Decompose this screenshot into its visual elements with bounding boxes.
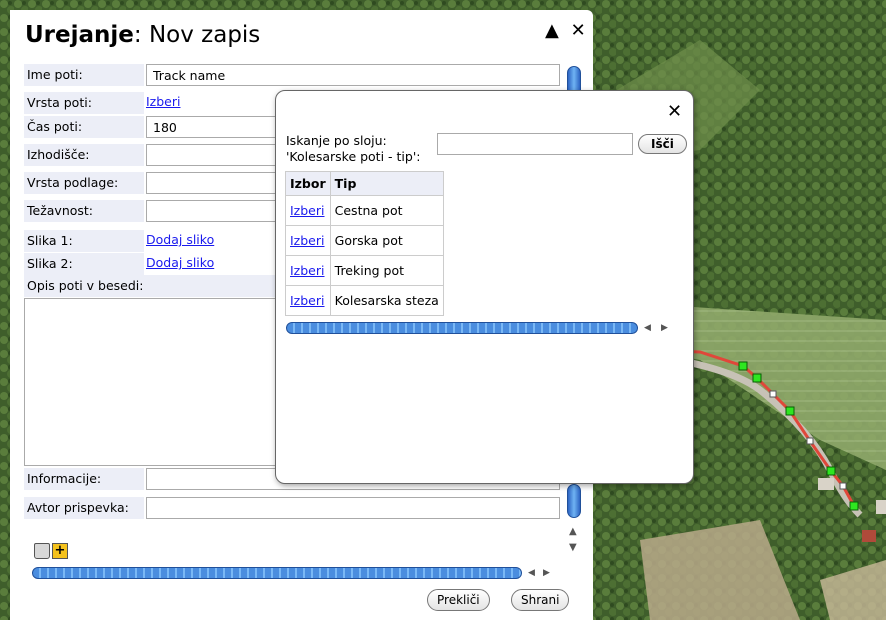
table-row: Izberi Treking pot — [285, 255, 444, 286]
panel-title-rest: : Nov zapis — [133, 22, 261, 48]
type-cell: Gorska pot — [329, 225, 444, 256]
track-midpoint[interactable] — [769, 390, 777, 398]
toolbar: + — [34, 543, 70, 559]
panel-title-bold: Urejanje — [25, 22, 134, 48]
track-time-label: Čas poti: — [24, 116, 144, 138]
track-vertex[interactable] — [752, 373, 762, 383]
horizontal-scrollbar-thumb[interactable] — [32, 567, 522, 579]
scroll-left-arrow-icon[interactable]: ◀ — [528, 568, 535, 578]
row-track-name: Ime poti: — [24, 64, 560, 88]
image2-label: Slika 2: — [24, 253, 144, 275]
table-header-row: Izbor Tip — [285, 171, 444, 196]
popup-horizontal-scrollbar[interactable]: ◀ ▶ — [286, 320, 684, 336]
popup-horizontal-scrollbar-thumb[interactable] — [286, 322, 638, 334]
type-cell: Cestna pot — [329, 195, 444, 226]
scroll-down-arrow-icon[interactable]: ▼ — [569, 542, 577, 553]
surface-label: Vrsta podlage: — [24, 172, 144, 194]
image2-add-link[interactable]: Dodaj sliko — [146, 255, 214, 270]
select-link[interactable]: Izberi — [290, 293, 325, 308]
select-link[interactable]: Izberi — [290, 263, 325, 278]
track-name-input[interactable] — [146, 64, 560, 86]
cancel-button[interactable]: Prekliči — [427, 589, 490, 611]
save-button[interactable]: Shrani — [511, 589, 570, 611]
track-type-select-link[interactable]: Izberi — [146, 94, 181, 109]
table-row: Izberi Kolesarska steza — [285, 285, 444, 316]
type-cell: Kolesarska steza — [329, 285, 444, 316]
add-icon[interactable]: + — [52, 543, 68, 559]
search-label-line1: Iskanje po sloju: — [286, 133, 387, 148]
track-name-label: Ime poti: — [24, 64, 144, 86]
column-header-type: Tip — [329, 171, 444, 196]
search-label-line2: 'Kolesarske poti - tip': — [286, 149, 421, 164]
track-vertex[interactable] — [738, 361, 748, 371]
author-input[interactable] — [146, 497, 560, 519]
select-link[interactable]: Izberi — [290, 233, 325, 248]
info-label: Informacije: — [24, 468, 144, 490]
scroll-up-arrow-icon[interactable]: ▲ — [569, 526, 577, 537]
popup-scroll-right-arrow-icon[interactable]: ▶ — [661, 323, 668, 333]
type-table: Izbor Tip Izberi Cestna pot Izberi Gorsk… — [285, 171, 444, 316]
popup-scroll-left-arrow-icon[interactable]: ◀ — [644, 323, 651, 333]
collapse-icon[interactable]: ▲ — [545, 20, 559, 41]
select-link[interactable]: Izberi — [290, 203, 325, 218]
table-row: Izberi Cestna pot — [285, 195, 444, 226]
track-midpoint[interactable] — [806, 437, 814, 445]
search-button[interactable]: Išči — [638, 134, 687, 154]
table-row: Izberi Gorska pot — [285, 225, 444, 256]
start-label: Izhodišče: — [24, 144, 144, 166]
scrollbar-thumb-bottom[interactable] — [567, 484, 581, 518]
horizontal-scrollbar[interactable]: ◀ ▶ — [32, 565, 562, 581]
row-author: Avtor prispevka: — [24, 497, 560, 521]
track-vertex[interactable] — [849, 501, 859, 511]
close-icon[interactable]: ✕ — [571, 20, 586, 41]
type-select-popup: ✕ Iskanje po sloju: 'Kolesarske poti - t… — [275, 90, 694, 484]
search-label: Iskanje po sloju: 'Kolesarske poti - tip… — [286, 133, 420, 165]
track-midpoint[interactable] — [839, 482, 847, 490]
difficulty-label: Težavnost: — [24, 200, 144, 222]
trash-icon[interactable] — [34, 543, 50, 559]
popup-close-icon[interactable]: ✕ — [667, 101, 682, 122]
track-type-label: Vrsta poti: — [24, 92, 144, 114]
type-cell: Treking pot — [329, 255, 444, 286]
panel-controls: ▲ ✕ — [539, 20, 586, 41]
author-label: Avtor prispevka: — [24, 497, 144, 519]
image1-add-link[interactable]: Dodaj sliko — [146, 232, 214, 247]
column-header-select: Izbor — [285, 171, 331, 196]
scroll-right-arrow-icon[interactable]: ▶ — [543, 568, 550, 578]
track-vertex[interactable] — [785, 406, 795, 416]
layer-search-input[interactable] — [437, 133, 633, 155]
image1-label: Slika 1: — [24, 230, 144, 252]
panel-title: Urejanje: Nov zapis — [25, 22, 260, 48]
track-vertex[interactable] — [826, 466, 836, 476]
